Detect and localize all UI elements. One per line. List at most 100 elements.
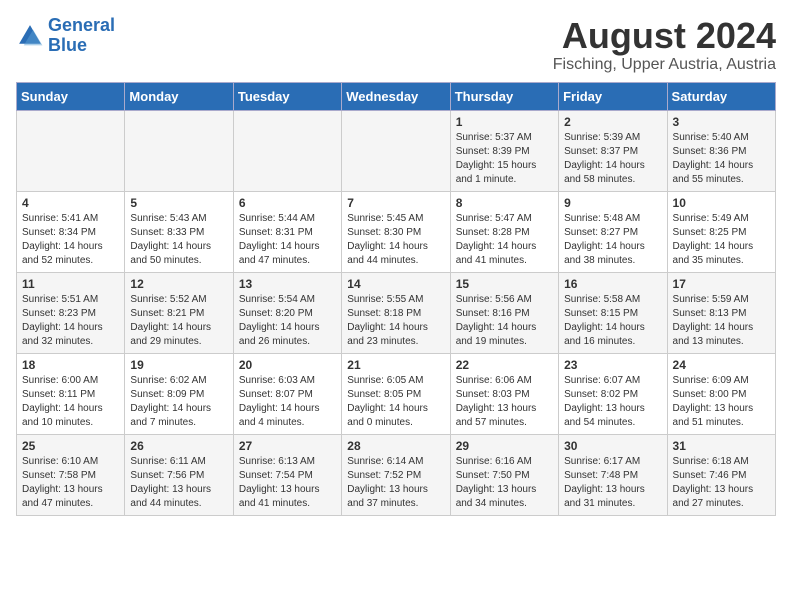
day-info: Sunrise: 5:43 AM Sunset: 8:33 PM Dayligh… — [130, 212, 227, 268]
calendar-cell: 30 Sunrise: 6:17 AM Sunset: 7:48 PM Dayli… — [559, 434, 667, 515]
day-info: Sunrise: 5:56 AM Sunset: 8:16 PM Dayligh… — [456, 293, 553, 349]
day-info: Sunrise: 5:51 AM Sunset: 8:23 PM Dayligh… — [22, 293, 119, 349]
calendar-cell: 16Sunrise: 5:58 AM Sunset: 8:15 PM Dayli… — [559, 272, 667, 353]
calendar-header-wednesday: Wednesday — [342, 82, 450, 110]
day-number: 30 — [564, 439, 661, 453]
day-number: 17 — [673, 277, 770, 291]
day-info: Sunrise: 5:45 AM Sunset: 8:30 PM Dayligh… — [347, 212, 444, 268]
page-header: General Blue August 2024 Fisching, Upper… — [16, 16, 776, 74]
calendar-header-sunday: Sunday — [17, 82, 125, 110]
calendar-week-row: 4 Sunrise: 5:41 AM Sunset: 8:34 PM Daylig… — [17, 191, 776, 272]
day-number: 31 — [673, 439, 770, 453]
calendar-cell: 27 Sunrise: 6:13 AM Sunset: 7:54 PM Dayli… — [233, 434, 341, 515]
day-number: 11 — [22, 277, 119, 291]
calendar-cell: 21 Sunrise: 6:05 AM Sunset: 8:05 PM Dayli… — [342, 353, 450, 434]
calendar-cell: 2Sunrise: 5:39 AM Sunset: 8:37 PM Daylig… — [559, 110, 667, 191]
calendar-cell: 8 Sunrise: 5:47 AM Sunset: 8:28 PM Daylig… — [450, 191, 558, 272]
calendar-cell — [17, 110, 125, 191]
day-number: 18 — [22, 358, 119, 372]
day-info: Sunrise: 6:17 AM Sunset: 7:48 PM Dayligh… — [564, 455, 661, 511]
calendar-cell: 13 Sunrise: 5:54 AM Sunset: 8:20 PM Dayli… — [233, 272, 341, 353]
calendar-cell: 18 Sunrise: 6:00 AM Sunset: 8:11 PM Dayli… — [17, 353, 125, 434]
day-info: Sunrise: 5:54 AM Sunset: 8:20 PM Dayligh… — [239, 293, 336, 349]
day-number: 2 — [564, 115, 661, 129]
day-info: Sunrise: 5:44 AM Sunset: 8:31 PM Dayligh… — [239, 212, 336, 268]
calendar-table: SundayMondayTuesdayWednesdayThursdayFrid… — [16, 82, 776, 516]
day-number: 25 — [22, 439, 119, 453]
calendar-week-row: 25 Sunrise: 6:10 AM Sunset: 7:58 PM Dayli… — [17, 434, 776, 515]
day-number: 22 — [456, 358, 553, 372]
calendar-cell: 10Sunrise: 5:49 AM Sunset: 8:25 PM Dayli… — [667, 191, 775, 272]
calendar-header-monday: Monday — [125, 82, 233, 110]
day-number: 13 — [239, 277, 336, 291]
calendar-cell — [342, 110, 450, 191]
calendar-week-row: 18 Sunrise: 6:00 AM Sunset: 8:11 PM Dayli… — [17, 353, 776, 434]
day-info: Sunrise: 6:06 AM Sunset: 8:03 PM Dayligh… — [456, 374, 553, 430]
calendar-cell: 24Sunrise: 6:09 AM Sunset: 8:00 PM Dayli… — [667, 353, 775, 434]
day-info: Sunrise: 5:48 AM Sunset: 8:27 PM Dayligh… — [564, 212, 661, 268]
day-info: Sunrise: 6:14 AM Sunset: 7:52 PM Dayligh… — [347, 455, 444, 511]
title-block: August 2024 Fisching, Upper Austria, Aus… — [553, 16, 776, 74]
calendar-cell: 9 Sunrise: 5:48 AM Sunset: 8:27 PM Daylig… — [559, 191, 667, 272]
day-info: Sunrise: 6:07 AM Sunset: 8:02 PM Dayligh… — [564, 374, 661, 430]
day-number: 16 — [564, 277, 661, 291]
calendar-cell: 26 Sunrise: 6:11 AM Sunset: 7:56 PM Dayli… — [125, 434, 233, 515]
calendar-header-friday: Friday — [559, 82, 667, 110]
calendar-week-row: 11 Sunrise: 5:51 AM Sunset: 8:23 PM Dayli… — [17, 272, 776, 353]
calendar-cell: 14Sunrise: 5:55 AM Sunset: 8:18 PM Dayli… — [342, 272, 450, 353]
day-info: Sunrise: 5:41 AM Sunset: 8:34 PM Dayligh… — [22, 212, 119, 268]
day-number: 7 — [347, 196, 444, 210]
logo-text: General Blue — [48, 16, 115, 56]
day-number: 29 — [456, 439, 553, 453]
page-title: August 2024 — [553, 16, 776, 56]
day-number: 20 — [239, 358, 336, 372]
day-number: 15 — [456, 277, 553, 291]
day-number: 19 — [130, 358, 227, 372]
day-number: 6 — [239, 196, 336, 210]
calendar-week-row: 1Sunrise: 5:37 AM Sunset: 8:39 PM Daylig… — [17, 110, 776, 191]
day-info: Sunrise: 6:10 AM Sunset: 7:58 PM Dayligh… — [22, 455, 119, 511]
calendar-header-tuesday: Tuesday — [233, 82, 341, 110]
day-number: 23 — [564, 358, 661, 372]
calendar-cell: 7 Sunrise: 5:45 AM Sunset: 8:30 PM Daylig… — [342, 191, 450, 272]
calendar-cell: 12Sunrise: 5:52 AM Sunset: 8:21 PM Dayli… — [125, 272, 233, 353]
day-number: 27 — [239, 439, 336, 453]
day-number: 26 — [130, 439, 227, 453]
calendar-cell: 23 Sunrise: 6:07 AM Sunset: 8:02 PM Dayli… — [559, 353, 667, 434]
calendar-header-thursday: Thursday — [450, 82, 558, 110]
day-info: Sunrise: 6:13 AM Sunset: 7:54 PM Dayligh… — [239, 455, 336, 511]
day-info: Sunrise: 5:59 AM Sunset: 8:13 PM Dayligh… — [673, 293, 770, 349]
calendar-cell: 28Sunrise: 6:14 AM Sunset: 7:52 PM Dayli… — [342, 434, 450, 515]
calendar-cell: 19 Sunrise: 6:02 AM Sunset: 8:09 PM Dayli… — [125, 353, 233, 434]
day-info: Sunrise: 6:16 AM Sunset: 7:50 PM Dayligh… — [456, 455, 553, 511]
day-info: Sunrise: 5:52 AM Sunset: 8:21 PM Dayligh… — [130, 293, 227, 349]
calendar-header-row: SundayMondayTuesdayWednesdayThursdayFrid… — [17, 82, 776, 110]
day-number: 1 — [456, 115, 553, 129]
day-number: 24 — [673, 358, 770, 372]
page-subtitle: Fisching, Upper Austria, Austria — [553, 56, 776, 74]
calendar-cell: 4 Sunrise: 5:41 AM Sunset: 8:34 PM Daylig… — [17, 191, 125, 272]
calendar-cell: 17 Sunrise: 5:59 AM Sunset: 8:13 PM Dayli… — [667, 272, 775, 353]
calendar-cell: 31 Sunrise: 6:18 AM Sunset: 7:46 PM Dayli… — [667, 434, 775, 515]
day-number: 8 — [456, 196, 553, 210]
day-info: Sunrise: 5:47 AM Sunset: 8:28 PM Dayligh… — [456, 212, 553, 268]
day-info: Sunrise: 6:00 AM Sunset: 8:11 PM Dayligh… — [22, 374, 119, 430]
calendar-cell — [233, 110, 341, 191]
calendar-cell: 25 Sunrise: 6:10 AM Sunset: 7:58 PM Dayli… — [17, 434, 125, 515]
day-number: 9 — [564, 196, 661, 210]
day-info: Sunrise: 5:55 AM Sunset: 8:18 PM Dayligh… — [347, 293, 444, 349]
calendar-cell: 15 Sunrise: 5:56 AM Sunset: 8:16 PM Dayli… — [450, 272, 558, 353]
day-info: Sunrise: 6:11 AM Sunset: 7:56 PM Dayligh… — [130, 455, 227, 511]
day-info: Sunrise: 5:40 AM Sunset: 8:36 PM Dayligh… — [673, 131, 770, 187]
calendar-cell: 11 Sunrise: 5:51 AM Sunset: 8:23 PM Dayli… — [17, 272, 125, 353]
day-info: Sunrise: 6:05 AM Sunset: 8:05 PM Dayligh… — [347, 374, 444, 430]
calendar-cell: 3Sunrise: 5:40 AM Sunset: 8:36 PM Daylig… — [667, 110, 775, 191]
calendar-cell — [125, 110, 233, 191]
day-number: 21 — [347, 358, 444, 372]
logo: General Blue — [16, 16, 115, 56]
day-info: Sunrise: 6:03 AM Sunset: 8:07 PM Dayligh… — [239, 374, 336, 430]
day-number: 5 — [130, 196, 227, 210]
day-number: 4 — [22, 196, 119, 210]
day-info: Sunrise: 6:18 AM Sunset: 7:46 PM Dayligh… — [673, 455, 770, 511]
day-info: Sunrise: 6:02 AM Sunset: 8:09 PM Dayligh… — [130, 374, 227, 430]
